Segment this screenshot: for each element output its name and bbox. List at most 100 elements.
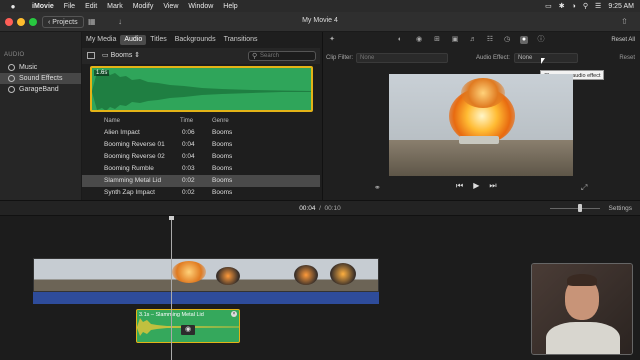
zoom-slider-knob[interactable]: [578, 204, 582, 212]
tab-backgrounds[interactable]: Backgrounds: [171, 35, 220, 45]
row-time: 0:06: [182, 129, 195, 136]
video-preview[interactable]: [389, 74, 573, 176]
menu-app-name[interactable]: iMovie: [32, 3, 54, 10]
folder-name: Booms: [110, 52, 133, 59]
playhead-handle[interactable]: [169, 216, 174, 220]
apple-menu-icon[interactable]: ●: [8, 2, 18, 11]
sidebar-heading: AUDIO: [4, 52, 25, 58]
audio-effect-select[interactable]: None: [514, 53, 578, 63]
row-genre: Booms: [212, 189, 233, 196]
color-balance-icon[interactable]: ◐: [396, 36, 404, 44]
search-icon: ⚲: [252, 53, 258, 60]
clip-thumbnail: [34, 259, 92, 291]
garageband-icon: [8, 86, 15, 93]
menu-edit[interactable]: Edit: [85, 3, 97, 10]
preview-ground: [389, 140, 573, 176]
magic-wand-icon[interactable]: ✦: [328, 36, 336, 44]
play-icon[interactable]: ▶: [473, 181, 479, 191]
menu-help[interactable]: Help: [223, 3, 237, 10]
wifi-icon[interactable]: ◑: [572, 3, 576, 10]
search-spotlight-icon[interactable]: ⚲: [583, 2, 588, 10]
table-row[interactable]: Booming Reverse 01 0:04 Booms: [82, 139, 320, 151]
sidebar-item-music[interactable]: Music: [0, 62, 81, 73]
stabilization-icon[interactable]: ▣: [451, 36, 459, 44]
menu-mark[interactable]: Mark: [107, 3, 123, 10]
table-row-selected[interactable]: Slamming Metal Lid 0:02 Booms: [82, 175, 320, 187]
clip-audio-track[interactable]: [33, 292, 379, 304]
row-name: Alien Impact: [104, 129, 140, 136]
waveform-preview[interactable]: 1.6s: [90, 66, 313, 112]
webcam-overlay: [531, 263, 633, 355]
tab-my-media[interactable]: My Media: [82, 35, 120, 45]
reset-all-button[interactable]: Reset All: [611, 37, 635, 43]
bluetooth-icon[interactable]: ✱: [559, 2, 565, 10]
row-genre: Booms: [212, 153, 233, 160]
folder-selector[interactable]: ▭ Booms ⇕: [102, 51, 140, 59]
timeline-settings-button[interactable]: Settings: [609, 205, 633, 212]
table-row[interactable]: Alien Impact 0:06 Booms: [82, 127, 320, 139]
search-placeholder: Search: [260, 53, 280, 59]
media-tabs: My Media Audio Titles Backgrounds Transi…: [82, 32, 320, 48]
table-row[interactable]: Synth Zap Impact 0:02 Booms: [82, 187, 320, 199]
crop-icon[interactable]: ⊞: [433, 36, 441, 44]
equalizer-icon[interactable]: ☷: [486, 36, 494, 44]
menu-modify[interactable]: Modify: [133, 3, 154, 10]
speed-icon[interactable]: ◷: [503, 36, 511, 44]
table-row[interactable]: Booming Reverse 02 0:04 Booms: [82, 151, 320, 163]
menu-file[interactable]: File: [64, 3, 75, 10]
menu-view[interactable]: View: [163, 3, 178, 10]
clip-filter-label: Clip Filter:: [326, 55, 354, 61]
info-icon[interactable]: ⓘ: [537, 36, 545, 44]
waveform-graphic: [92, 71, 311, 110]
sidebar-item-sound-effects[interactable]: Sound Effects: [0, 73, 81, 84]
thumb-explosion: [294, 265, 318, 285]
row-genre: Booms: [212, 165, 233, 172]
reset-button[interactable]: Reset: [619, 55, 635, 61]
share-icon[interactable]: ⇧: [621, 17, 628, 26]
column-header-time[interactable]: Time: [180, 118, 193, 124]
row-genre: Booms: [212, 177, 233, 184]
tab-titles[interactable]: Titles: [146, 35, 170, 45]
adjustments-bar: ✦ ◐ ◉ ⊞ ▣ ♬ ☷ ◷ ● ⓘ Reset All: [322, 32, 640, 48]
sidebar-toggle-icon[interactable]: [87, 52, 95, 59]
window-toolbar: ‹ Projects ▦ ↓ My Movie 4 ⇧: [0, 12, 640, 32]
preview-car: [459, 136, 499, 144]
tab-transitions[interactable]: Transitions: [220, 35, 262, 45]
mouse-cursor-icon: [541, 58, 545, 64]
search-input[interactable]: ⚲ Search: [248, 51, 316, 61]
column-header-name[interactable]: Name: [104, 118, 120, 124]
clip-thumbnail: [150, 259, 208, 291]
thumb-explosion: [330, 263, 356, 285]
table-row[interactable]: Booming Rumble 0:03 Booms: [82, 163, 320, 175]
volume-icon[interactable]: ♬: [469, 36, 477, 44]
video-clip[interactable]: [33, 258, 379, 292]
control-center-icon[interactable]: ☰: [595, 2, 601, 10]
skip-forward-icon[interactable]: ⏭: [489, 181, 496, 191]
playhead[interactable]: [171, 216, 172, 360]
zoom-slider-track[interactable]: [550, 208, 600, 209]
menu-bar: ● iMovie File Edit Mark Modify View Wind…: [0, 0, 640, 12]
color-correction-icon[interactable]: ◉: [415, 36, 423, 44]
sidebar-item-garageband[interactable]: GarageBand: [0, 84, 81, 95]
close-icon[interactable]: ×: [231, 311, 237, 317]
tab-audio[interactable]: Audio: [120, 35, 147, 45]
monitor-icon[interactable]: ▭: [545, 2, 552, 10]
skip-back-icon[interactable]: ⏮: [456, 181, 463, 191]
clock[interactable]: 9:25 AM: [608, 3, 634, 10]
row-name: Booming Reverse 01: [104, 141, 165, 148]
microphone-icon[interactable]: ⚭: [374, 183, 381, 192]
sound-effect-clip[interactable]: 3.1s – Slamming Metal Lid ◉ ×: [136, 309, 240, 343]
menu-window[interactable]: Window: [188, 3, 213, 10]
turtle-slow-motion-icon[interactable]: ◉: [181, 325, 195, 335]
clip-filter-audio-effects-icon[interactable]: ●: [520, 36, 528, 44]
clip-filter-select[interactable]: None: [356, 53, 448, 63]
sidebar-item-label: GarageBand: [19, 86, 59, 93]
total-time: 00:10: [324, 205, 341, 212]
time-separator: /: [317, 205, 323, 212]
fullscreen-icon[interactable]: ⤢: [581, 183, 587, 193]
row-name: Booming Reverse 02: [104, 153, 165, 160]
column-header-genre[interactable]: Genre: [212, 118, 229, 124]
music-icon: [8, 64, 15, 71]
row-time: 0:03: [182, 165, 195, 172]
row-time: 0:04: [182, 141, 195, 148]
